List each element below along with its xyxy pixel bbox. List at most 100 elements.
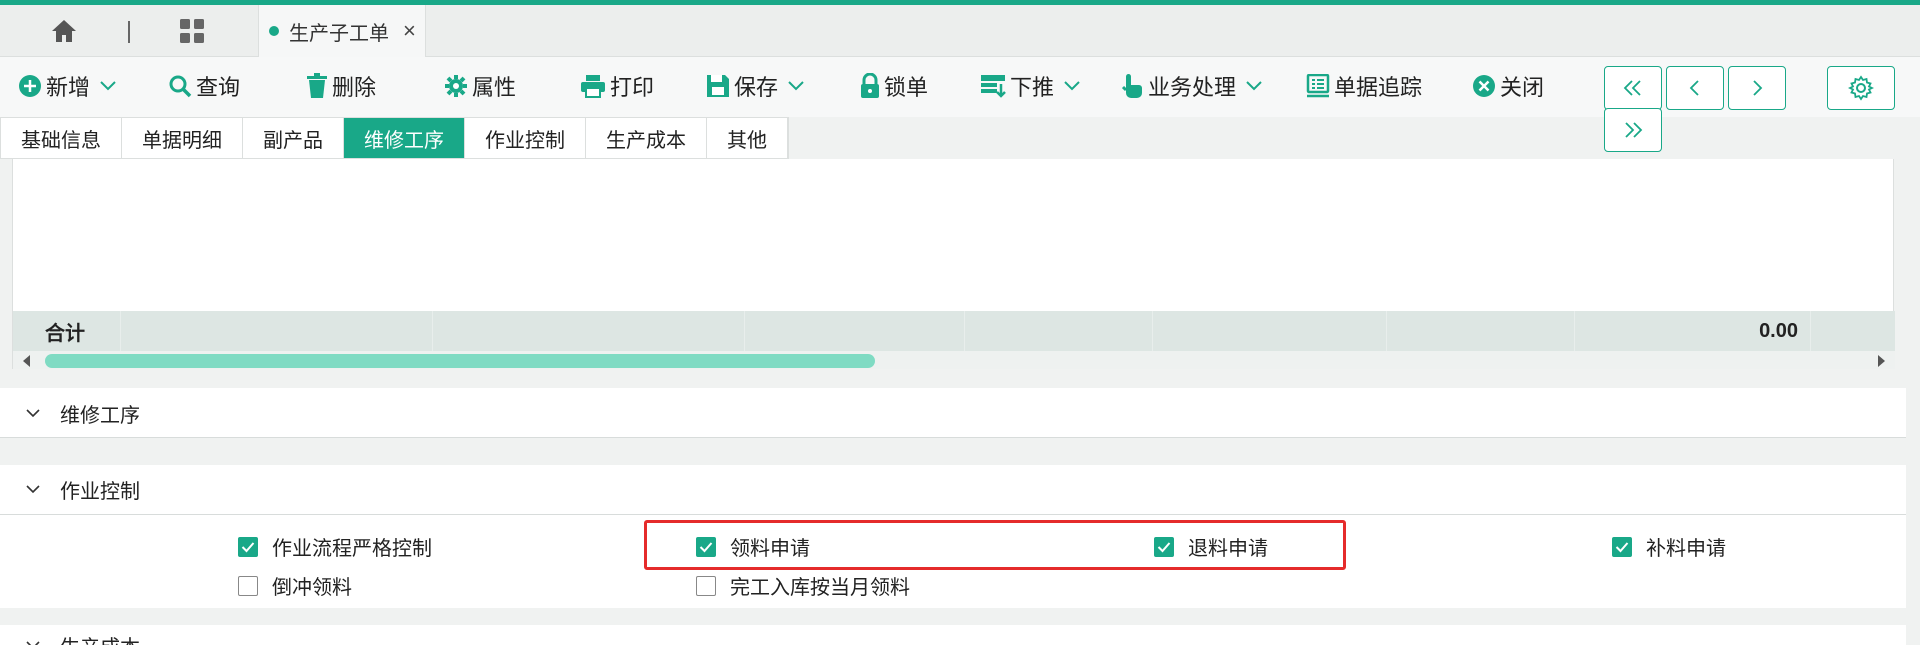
repair-process-header[interactable]: 维修工序	[0, 388, 1906, 438]
business-process-button-label: 业务处理	[1148, 75, 1237, 100]
print-button[interactable]: 打印	[580, 69, 654, 103]
total-cell	[1153, 311, 1387, 351]
save-button[interactable]: 保存	[706, 69, 808, 103]
tab-repair-process[interactable]: 维修工序	[344, 118, 465, 158]
active-dot-icon	[269, 26, 279, 36]
checkbox-checked-icon[interactable]	[238, 536, 258, 557]
backflush-checkbox[interactable]: 倒冲领料	[238, 571, 352, 600]
save-button-label: 保存	[734, 75, 779, 100]
properties-button[interactable]: 属性	[444, 69, 516, 103]
delete-button-label: 删除	[332, 75, 377, 100]
checkbox-unchecked-icon[interactable]	[696, 575, 716, 596]
settings-gear-icon	[1848, 75, 1874, 101]
settings-button[interactable]	[1827, 66, 1895, 110]
lock-button-label: 锁单	[884, 75, 929, 100]
chevron-down-icon[interactable]	[1246, 81, 1262, 91]
first-record-button[interactable]	[1604, 66, 1662, 110]
tab-operation-control[interactable]: 作业控制	[465, 118, 586, 158]
operation-control-header[interactable]: 作业控制	[0, 465, 1906, 515]
horizontal-scrollbar[interactable]	[13, 351, 1895, 369]
document-tab[interactable]: 生产子工单 ×	[258, 5, 426, 57]
next-record-button[interactable]	[1728, 66, 1786, 110]
add-button-label: 新增	[46, 75, 91, 100]
home-icon[interactable]	[48, 16, 80, 46]
apps-grid-icon[interactable]	[176, 16, 208, 46]
tab-basic-info[interactable]: 基础信息	[1, 118, 122, 158]
hand-pointer-icon	[1122, 74, 1142, 98]
query-button[interactable]: 查询	[168, 69, 240, 103]
production-cost-title: 生产成本	[60, 631, 140, 645]
total-row: 合计 0.00	[13, 311, 1895, 351]
checkbox-label: 完工入库按当月领料	[730, 577, 910, 599]
chevron-down-icon[interactable]	[788, 81, 804, 91]
push-down-button[interactable]: 下推	[980, 69, 1084, 103]
business-process-button[interactable]: 业务处理	[1122, 69, 1266, 103]
total-cell	[1387, 311, 1575, 351]
scrollbar-thumb[interactable]	[45, 354, 875, 368]
lock-button[interactable]: 锁单	[860, 69, 928, 103]
checkbox-label: 补料申请	[1646, 538, 1726, 560]
document-tracking-button-label: 单据追踪	[1334, 75, 1423, 100]
chevron-right-icon	[1753, 80, 1763, 96]
checkbox-label: 作业流程严格控制	[272, 538, 432, 560]
printer-icon	[581, 75, 605, 98]
delete-button[interactable]: 删除	[306, 69, 376, 103]
window-tab-strip: 生产子工单 ×	[0, 5, 1920, 57]
chevron-down-icon	[26, 640, 40, 645]
scroll-left-arrow-icon[interactable]	[23, 355, 31, 367]
tab-divider	[128, 21, 130, 43]
highlight-box	[644, 520, 1346, 570]
document-tracking-button[interactable]: 单据追踪	[1306, 69, 1422, 103]
tab-by-products[interactable]: 副产品	[243, 118, 344, 158]
tracking-icon	[1306, 74, 1330, 98]
close-tab-icon[interactable]: ×	[403, 18, 416, 44]
print-button-label: 打印	[610, 75, 655, 100]
close-button-label: 关闭	[1500, 75, 1545, 100]
completion-monthly-material-checkbox[interactable]: 完工入库按当月领料	[696, 571, 910, 600]
previous-record-button[interactable]	[1666, 66, 1724, 110]
push-down-button-label: 下推	[1010, 75, 1055, 100]
last-record-button[interactable]	[1604, 108, 1662, 152]
chevron-down-icon	[26, 485, 40, 494]
close-circle-icon	[1473, 75, 1495, 97]
gear-icon	[445, 75, 467, 97]
add-button[interactable]: 新增	[18, 69, 120, 103]
tab-production-cost[interactable]: 生产成本	[586, 118, 707, 158]
trash-icon	[307, 73, 327, 98]
double-chevron-right-icon	[1625, 122, 1643, 138]
checkbox-checked-icon[interactable]	[1612, 536, 1632, 557]
search-icon	[169, 75, 192, 98]
repair-process-panel: 维修工序	[0, 388, 1906, 438]
repair-process-title: 维修工序	[60, 404, 140, 427]
save-icon	[707, 75, 729, 97]
scroll-right-arrow-icon[interactable]	[1877, 355, 1885, 367]
tab-document-details[interactable]: 单据明细	[122, 118, 243, 158]
query-button-label: 查询	[196, 75, 241, 100]
chevron-down-icon[interactable]	[1064, 81, 1080, 91]
plus-circle-icon	[19, 75, 41, 97]
double-chevron-left-icon	[1623, 80, 1641, 96]
tab-other[interactable]: 其他	[707, 118, 788, 158]
properties-button-label: 属性	[472, 75, 517, 100]
total-cell	[745, 311, 965, 351]
detail-grid: 合计 0.00	[12, 159, 1895, 369]
total-cell	[965, 311, 1153, 351]
checkbox-label: 倒冲领料	[272, 577, 352, 599]
material-supplement-checkbox[interactable]: 补料申请	[1612, 532, 1726, 561]
lock-icon	[861, 73, 879, 98]
total-cell	[1811, 311, 1895, 351]
production-cost-panel: 生产成本	[0, 625, 1906, 645]
push-down-icon	[981, 75, 1006, 98]
production-cost-header[interactable]: 生产成本	[0, 625, 1906, 645]
total-value: 0.00	[1575, 311, 1811, 351]
section-tabs: 基础信息 单据明细 副产品 维修工序 作业控制 生产成本 其他	[0, 117, 789, 159]
operation-control-title: 作业控制	[60, 481, 140, 503]
chevron-down-icon[interactable]	[100, 81, 116, 91]
close-button[interactable]: 关闭	[1472, 69, 1544, 103]
total-label: 合计	[13, 311, 121, 351]
strict-process-control-checkbox[interactable]: 作业流程严格控制	[238, 532, 432, 561]
checkbox-unchecked-icon[interactable]	[238, 575, 258, 596]
chevron-left-icon	[1689, 80, 1699, 96]
document-tab-label: 生产子工单	[289, 22, 389, 45]
total-cell	[121, 311, 433, 351]
